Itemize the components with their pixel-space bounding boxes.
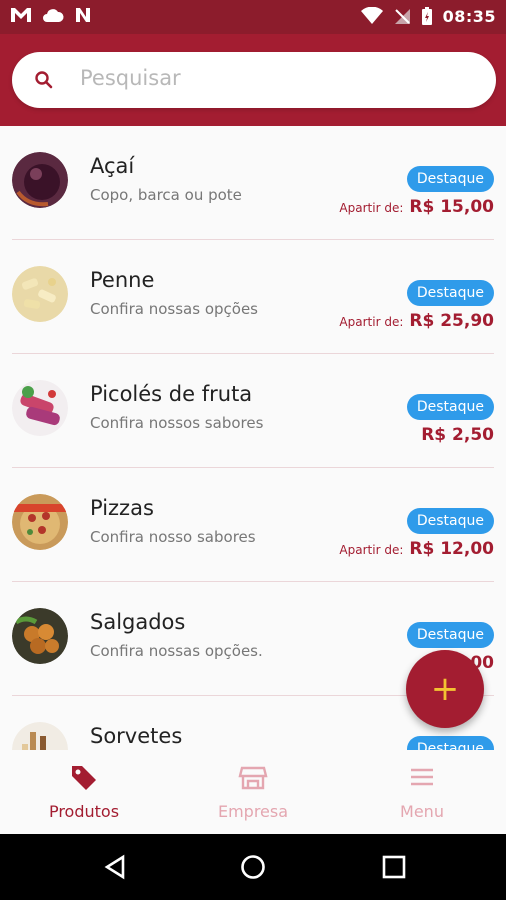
- acai-thumbnail: [12, 152, 68, 208]
- pizza-thumbnail: [12, 494, 68, 550]
- price-prefix: Apartir de:: [339, 201, 404, 215]
- product-item-acai[interactable]: Açaí Copo, barca ou pote Destaque Aparti…: [0, 126, 506, 240]
- featured-badge: Destaque: [406, 166, 494, 192]
- product-name: Picolés de fruta: [90, 382, 253, 406]
- product-item-picoles[interactable]: Picolés de fruta Confira nossos sabores …: [0, 354, 506, 468]
- tab-label: Menu: [400, 802, 444, 821]
- product-description: Copo, barca ou pote: [90, 186, 242, 204]
- search-input[interactable]: Pesquisar: [80, 66, 181, 90]
- plus-icon: +: [430, 669, 460, 709]
- product-name: Pizzas: [90, 496, 154, 520]
- system-navigation-bar: [0, 834, 506, 900]
- featured-badge: Destaque: [406, 508, 494, 534]
- penne-thumbnail: [12, 266, 68, 322]
- price-value: R$ 15,00: [409, 197, 494, 217]
- popsicle-thumbnail: [12, 380, 68, 436]
- tab-empresa[interactable]: Empresa: [169, 762, 337, 821]
- tab-menu[interactable]: Menu: [338, 762, 506, 821]
- product-price: R$ 2,50: [415, 425, 494, 445]
- bottom-navigation: Produtos Empresa Menu: [0, 750, 506, 834]
- product-description: Confira nossas opções: [90, 300, 258, 318]
- product-name: Açaí: [90, 154, 135, 178]
- signal-icon: [394, 9, 410, 24]
- product-price: Apartir de: R$ 25,90: [339, 311, 494, 331]
- menu-icon: [411, 768, 433, 786]
- product-name: Sorvetes: [90, 724, 183, 748]
- tag-icon: [72, 766, 96, 790]
- search-icon: [35, 71, 53, 89]
- search-bar[interactable]: Pesquisar: [12, 52, 496, 108]
- snacks-thumbnail: [12, 608, 68, 664]
- price-value: R$ 2,50: [421, 425, 494, 445]
- product-description: Confira nosso sabores: [90, 528, 256, 546]
- cloud-icon: [43, 9, 64, 22]
- wifi-icon: [360, 7, 383, 24]
- store-icon: [238, 766, 268, 790]
- featured-badge: Destaque: [406, 394, 494, 420]
- featured-badge: Destaque: [406, 622, 494, 648]
- add-button[interactable]: +: [406, 650, 484, 728]
- product-price: Apartir de: R$ 15,00: [339, 197, 494, 217]
- tab-produtos[interactable]: Produtos: [0, 762, 168, 821]
- tab-label: Produtos: [48, 802, 120, 821]
- n-icon: [76, 8, 90, 22]
- product-description: Confira nossos sabores: [90, 414, 264, 432]
- product-item-penne[interactable]: Penne Confira nossas opções Destaque Apa…: [0, 240, 506, 354]
- featured-badge: Destaque: [406, 736, 494, 750]
- product-name: Penne: [90, 268, 155, 292]
- app-header: Pesquisar: [0, 34, 506, 126]
- featured-badge: Destaque: [406, 280, 494, 306]
- product-price: Apartir de: R$ 12,00: [339, 539, 494, 559]
- status-bar: 08:35: [0, 0, 506, 34]
- status-time: 08:35: [442, 6, 496, 26]
- tab-label: Empresa: [217, 802, 289, 821]
- home-icon[interactable]: [240, 854, 266, 880]
- price-value: R$ 12,00: [409, 539, 494, 559]
- price-prefix: Apartir de:: [339, 543, 404, 557]
- price-prefix: Apartir de:: [339, 315, 404, 329]
- price-value: R$ 25,90: [409, 311, 494, 331]
- gmail-icon: [11, 8, 31, 22]
- product-description: Confira nossas opções.: [90, 642, 263, 660]
- recents-icon[interactable]: [382, 855, 406, 879]
- battery-icon: [421, 7, 432, 25]
- product-item-pizzas[interactable]: Pizzas Confira nosso sabores Destaque Ap…: [0, 468, 506, 582]
- icecream-thumbnail: [12, 722, 68, 750]
- back-icon[interactable]: [102, 854, 128, 880]
- product-name: Salgados: [90, 610, 186, 634]
